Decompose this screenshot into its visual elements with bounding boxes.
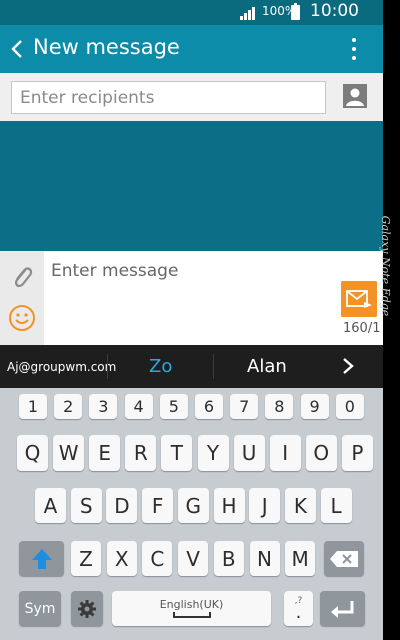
key-d[interactable]: D	[106, 488, 138, 523]
key-9[interactable]: 9	[300, 394, 329, 419]
key-w[interactable]: W	[53, 435, 85, 471]
key-g[interactable]: G	[177, 488, 209, 523]
key-7[interactable]: 7	[230, 394, 259, 419]
compose-area: Enter message	[0, 251, 383, 345]
key-1[interactable]: 1	[19, 394, 47, 419]
battery-icon	[291, 3, 300, 20]
suggestion-divider	[107, 354, 108, 379]
suggestion-item[interactable]: Zo	[149, 356, 172, 377]
key-8[interactable]: 8	[265, 394, 294, 419]
settings-key[interactable]	[71, 591, 103, 626]
key-r[interactable]: R	[125, 435, 157, 471]
action-bar: New message	[0, 25, 383, 73]
compose-tools	[0, 251, 44, 345]
keyboard: Sym English(UK) ,? . 1 2 3 4 5 6 7 8 9 0…	[0, 388, 383, 640]
key-h[interactable]: H	[213, 488, 245, 523]
suggestion-divider	[213, 354, 214, 379]
shift-icon	[31, 548, 52, 569]
key-5[interactable]: 5	[159, 394, 188, 419]
suggestion-item[interactable]: Alan	[247, 356, 287, 377]
contacts-icon[interactable]	[343, 84, 367, 108]
period-key-label: .	[295, 602, 302, 623]
clock: 10:00	[310, 1, 359, 21]
recipients-bar	[0, 73, 383, 121]
key-z[interactable]: Z	[71, 541, 101, 576]
key-p[interactable]: P	[341, 435, 373, 471]
key-o[interactable]: O	[305, 435, 337, 471]
key-4[interactable]: 4	[124, 394, 153, 419]
key-3[interactable]: 3	[89, 394, 118, 419]
edge-screen	[383, 0, 400, 640]
emoji-icon[interactable]	[8, 304, 36, 332]
key-e[interactable]: E	[89, 435, 121, 471]
character-counter: 160/1	[343, 321, 381, 336]
key-y[interactable]: Y	[197, 435, 229, 471]
send-icon[interactable]	[341, 281, 377, 317]
key-f[interactable]: F	[142, 488, 174, 523]
key-c[interactable]: C	[142, 541, 173, 576]
back-icon[interactable]	[6, 35, 30, 63]
device-label: Galaxy Note Edge	[379, 215, 392, 317]
space-bar-icon	[172, 612, 211, 618]
key-k[interactable]: K	[284, 488, 316, 523]
backspace-key[interactable]	[324, 541, 364, 576]
space-key[interactable]: English(UK)	[112, 591, 271, 626]
chevron-right-icon[interactable]	[341, 356, 355, 376]
symbols-key[interactable]: Sym	[19, 591, 61, 626]
screen: 100% 10:00 New message Enter recipients …	[0, 0, 383, 640]
message-input[interactable]: Enter message	[51, 261, 178, 281]
status-bar: 100% 10:00	[0, 0, 383, 25]
gear-icon	[78, 599, 96, 618]
key-u[interactable]: U	[233, 435, 265, 471]
backspace-icon	[330, 550, 358, 567]
space-key-label: English(UK)	[159, 598, 224, 611]
suggestion-item[interactable]: Aj@groupwm.com	[7, 360, 116, 374]
recipients-input[interactable]	[11, 81, 326, 114]
key-l[interactable]: L	[320, 488, 352, 523]
key-v[interactable]: V	[178, 541, 209, 576]
enter-key[interactable]	[320, 591, 365, 626]
key-j[interactable]: J	[249, 488, 281, 523]
key-x[interactable]: X	[106, 541, 137, 576]
suggestion-bar: Aj@groupwm.com Zo Alan	[0, 345, 383, 388]
key-2[interactable]: 2	[54, 394, 83, 419]
key-0[interactable]: 0	[335, 394, 364, 419]
symbols-key-label: Sym	[24, 600, 56, 617]
page-title: New message	[33, 35, 180, 59]
shift-key[interactable]	[19, 541, 64, 576]
key-t[interactable]: T	[161, 435, 193, 471]
key-a[interactable]: A	[35, 488, 66, 523]
key-q[interactable]: Q	[17, 435, 48, 471]
signal-icon	[240, 7, 255, 20]
key-i[interactable]: I	[269, 435, 301, 471]
period-key[interactable]: ,? .	[284, 591, 313, 626]
attachment-icon[interactable]	[8, 263, 36, 291]
overflow-menu-icon[interactable]	[344, 34, 364, 64]
key-6[interactable]: 6	[195, 394, 223, 419]
key-n[interactable]: N	[249, 541, 280, 576]
key-b[interactable]: B	[213, 541, 244, 576]
key-s[interactable]: S	[70, 488, 102, 523]
enter-icon	[330, 600, 353, 618]
key-m[interactable]: M	[285, 541, 316, 576]
